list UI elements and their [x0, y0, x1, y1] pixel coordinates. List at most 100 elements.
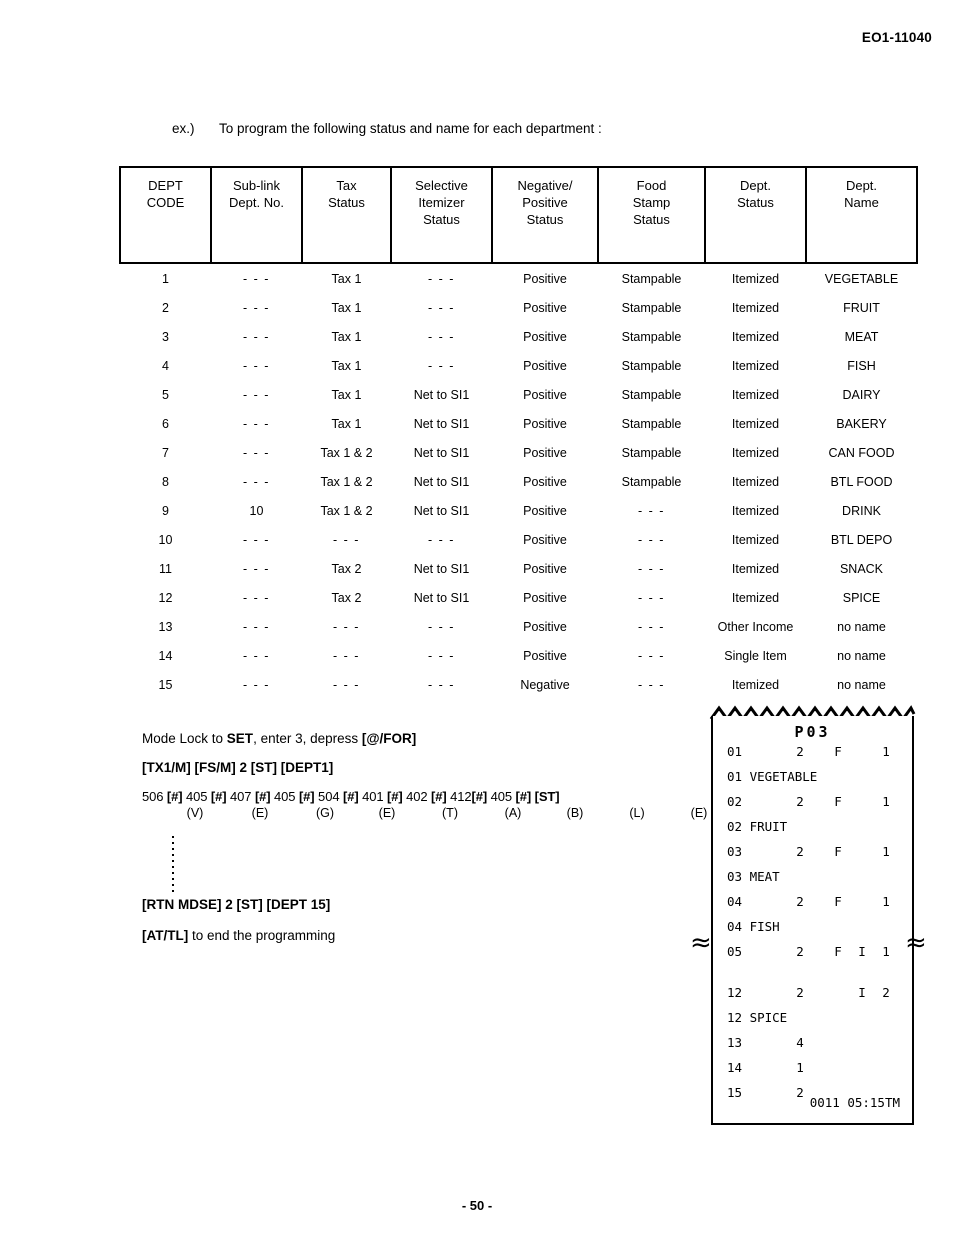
procedure-line-rtn-mdse: [RTN MDSE] 2 [ST] [DEPT 15] — [142, 897, 331, 912]
table-cell: 9 — [162, 503, 169, 518]
procedure-key-sequence: 506 [#] 405 [#] 407 [#] 405 [#] 504 [#] … — [142, 789, 560, 804]
receipt-code: 02 — [727, 794, 743, 809]
table-cell: Net to SI1 — [413, 445, 470, 460]
table-cell: Tax 1 — [331, 271, 362, 286]
table-cell: Tax 1 & 2 — [320, 445, 373, 460]
table-cell: - - - — [243, 271, 270, 286]
table-cell: 3 — [162, 329, 169, 344]
table-cell: Positive — [523, 648, 567, 663]
table-cell: - - - — [428, 329, 455, 344]
table-row: 12 - - - Tax 2 Net to SI1 Positive - - - Itemi… — [120, 583, 917, 612]
table-cell: 10 — [158, 532, 173, 547]
table-row: 6 - - - Tax 1 Net to SI1 Positive Stampable It… — [120, 409, 917, 438]
table-cell: Stampable — [621, 271, 682, 286]
receipt-data-line: 12 2 I 2 — [713, 985, 912, 1012]
table-cell: Stampable — [621, 387, 682, 402]
table-cell: Other Income — [717, 619, 794, 634]
table-cell: Positive — [523, 416, 567, 431]
table-cell: - - - — [333, 532, 360, 547]
table-cell: - - - — [243, 590, 270, 605]
table-cell: Tax 1 — [331, 416, 362, 431]
column-header-food-stamp-status: Food Stamp Status — [597, 166, 706, 264]
table-cell: no name — [837, 619, 886, 634]
table-cell: MEAT — [844, 329, 879, 344]
table-cell: Positive — [523, 387, 567, 402]
table-cell: Itemized — [731, 271, 780, 286]
table-cell: Itemized — [731, 503, 780, 518]
receipt-footer: 0011 05:15TM — [809, 1094, 900, 1110]
table-cell: Positive — [523, 619, 567, 634]
column-header-tax-status: Tax Status — [301, 166, 392, 264]
procedure-letter: (G) — [315, 806, 335, 820]
table-cell: Positive — [523, 358, 567, 373]
receipt-num: 1 — [882, 744, 890, 759]
table-cell: Positive — [523, 503, 567, 518]
table-cell: Itemized — [731, 677, 780, 692]
table-cell: no name — [837, 677, 886, 692]
receipt-code: 01 — [727, 744, 743, 759]
table-cell: Itemized — [731, 532, 780, 547]
table-cell: - - - — [243, 474, 270, 489]
table-row: 3 - - - Tax 1 - - - Positive Stampable Itemize… — [120, 322, 917, 351]
table-row: 8 - - - Tax 1 & 2 Net to SI1 Positive Stampab… — [120, 467, 917, 496]
table-row: 7 - - - Tax 1 & 2 Net to SI1 Positive Stampab… — [120, 438, 917, 467]
table-cell: Tax 1 & 2 — [320, 474, 373, 489]
table-cell: - - - — [333, 619, 360, 634]
table-cell: Stampable — [621, 416, 682, 431]
receipt-flag: F — [834, 844, 842, 859]
receipt-si: I — [858, 944, 866, 959]
table-cell: 5 — [162, 387, 169, 402]
table-cell: Negative — [520, 677, 570, 692]
procedure-line-mode-lock: Mode Lock to SET, enter 3, depress [@/FO… — [142, 731, 417, 746]
receipt-code: 12 — [727, 985, 743, 1000]
programming-procedure: Mode Lock to SET, enter 3, depress [@/FO… — [142, 731, 722, 820]
table-cell: - - - — [243, 300, 270, 315]
receipt-code: 05 — [727, 944, 743, 959]
table-cell: Positive — [523, 300, 567, 315]
table-cell: Positive — [523, 445, 567, 460]
table-cell: Itemized — [731, 416, 780, 431]
procedure-line-at-tl: [AT/TL] to end the programming — [142, 928, 336, 943]
receipt-data-line: 05 2 F I 1 — [713, 944, 912, 971]
table-row: 9 10 Tax 1 & 2 Net to SI1 Positive - - - Itemi… — [120, 496, 917, 525]
table-cell: Net to SI1 — [413, 387, 470, 402]
column-header-selective-itemizer-status: Selective Itemizer Status — [390, 166, 493, 264]
table-cell: 2 — [162, 300, 169, 315]
table-cell: Tax 1 — [331, 300, 362, 315]
table-cell: Net to SI1 — [413, 561, 470, 576]
table-cell: - - - — [638, 590, 665, 605]
table-cell: Net to SI1 — [413, 503, 470, 518]
table-cell: FRUIT — [843, 300, 880, 315]
column-header-dept-name: Dept. Name — [805, 166, 918, 264]
table-cell: Itemized — [731, 590, 780, 605]
table-cell: - - - — [243, 648, 270, 663]
table-cell: 10 — [249, 503, 264, 518]
department-spec-table: DEPT CODE Sub-link Dept. No. Tax Status … — [119, 166, 918, 699]
table-cell: Stampable — [621, 329, 682, 344]
example-text: To program the following status and name… — [219, 121, 602, 136]
table-cell: Itemized — [731, 387, 780, 402]
table-cell: Itemized — [731, 300, 780, 315]
table-cell: 6 — [162, 416, 169, 431]
table-cell: Tax 1 & 2 — [320, 503, 373, 518]
table-cell: 14 — [158, 648, 173, 663]
table-cell: - - - — [638, 677, 665, 692]
table-row: 10 - - - - - - - - - Positive - - - Itemized BT… — [120, 525, 917, 554]
table-cell: - - - — [638, 648, 665, 663]
table-cell: 7 — [162, 445, 169, 460]
table-cell: Tax 1 — [331, 329, 362, 344]
procedure-letter: (V) — [186, 806, 204, 820]
receipt-qty: 2 — [796, 894, 804, 909]
procedure-letter: (T) — [442, 806, 458, 820]
table-cell: - - - — [243, 561, 270, 576]
programming-procedure-end: [RTN MDSE] 2 [ST] [DEPT 15] [AT/TL] to e… — [142, 897, 612, 959]
table-cell: VEGETABLE — [824, 271, 899, 286]
receipt-data-line: 04 2 F 1 — [713, 894, 912, 921]
table-cell: Net to SI1 — [413, 474, 470, 489]
procedure-letter: (E) — [378, 806, 396, 820]
table-cell: Tax 1 — [331, 358, 362, 373]
receipt-code: 14 — [727, 1060, 743, 1075]
receipt-data-line: 03 2 F 1 — [713, 844, 912, 871]
receipt-name-line: 01 VEGETABLE — [727, 769, 818, 784]
receipt-num: 1 — [882, 794, 890, 809]
